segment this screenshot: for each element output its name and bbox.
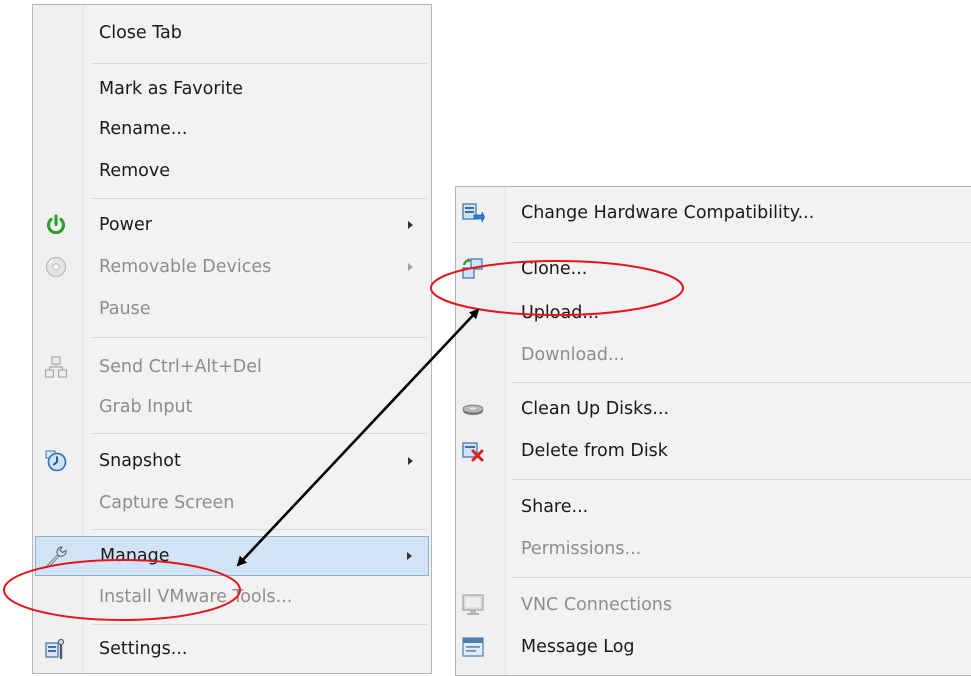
- menu-item-label: Download...: [521, 345, 625, 365]
- menu-item-delete-from-disk[interactable]: Delete from Disk: [456, 431, 971, 471]
- menu-item-label: Delete from Disk: [521, 441, 668, 461]
- menu-item-label: Snapshot: [99, 451, 181, 471]
- menu-separator: [91, 529, 427, 530]
- menu-item-install-vmware-tools[interactable]: Install VMware Tools...: [33, 577, 431, 617]
- disk-icon: [461, 397, 485, 421]
- menu-item-label: Change Hardware Compatibility...: [521, 203, 815, 223]
- menu-separator: [91, 337, 427, 338]
- menu-item-label: Power: [99, 215, 152, 235]
- menu-separator: [91, 624, 427, 625]
- menu-item-label: Capture Screen: [99, 493, 235, 513]
- settings-icon: [44, 637, 68, 661]
- menu-item-mark-as-favorite[interactable]: Mark as Favorite: [33, 69, 431, 109]
- menu-item-download[interactable]: Download...: [456, 335, 971, 375]
- keyboard-network-icon: [44, 355, 68, 379]
- disc-icon: [44, 255, 68, 279]
- menu-separator: [91, 433, 427, 434]
- context-menu: Close Tab Mark as Favorite Rename... Rem…: [32, 4, 432, 674]
- menu-item-label: Rename...: [99, 119, 188, 139]
- menu-item-label: Clean Up Disks...: [521, 399, 670, 419]
- menu-item-power[interactable]: Power: [33, 205, 431, 245]
- menu-item-label: Pause: [99, 299, 151, 319]
- menu-item-send-ctrl-alt-del[interactable]: Send Ctrl+Alt+Del: [33, 347, 431, 387]
- monitor-icon: [461, 593, 485, 617]
- delete-disk-icon: [461, 439, 485, 463]
- hardware-compatibility-icon: [461, 201, 485, 225]
- menu-item-label: Mark as Favorite: [99, 79, 244, 99]
- menu-item-label: Removable Devices: [99, 257, 272, 277]
- submenu-arrow-icon: [408, 263, 413, 271]
- submenu-arrow-icon: [408, 221, 413, 229]
- menu-item-share[interactable]: Share...: [456, 487, 971, 527]
- menu-item-removable-devices[interactable]: Removable Devices: [33, 247, 431, 287]
- snapshot-clock-icon: [44, 449, 68, 473]
- menu-item-permissions[interactable]: Permissions...: [456, 529, 971, 569]
- menu-item-remove[interactable]: Remove: [33, 151, 431, 191]
- menu-item-label: Grab Input: [99, 397, 193, 417]
- menu-item-clone[interactable]: Clone...: [456, 249, 971, 289]
- menu-item-label: Close Tab: [99, 23, 182, 43]
- menu-separator: [512, 242, 971, 243]
- menu-item-label: Upload...: [521, 303, 600, 323]
- menu-item-snapshot[interactable]: Snapshot: [33, 441, 431, 481]
- message-log-icon: [461, 635, 485, 659]
- menu-item-upload[interactable]: Upload...: [456, 293, 971, 333]
- menu-item-change-hardware-compatibility[interactable]: Change Hardware Compatibility...: [456, 193, 971, 233]
- menu-item-label: Clone...: [521, 259, 588, 279]
- power-icon: [44, 213, 68, 237]
- menu-item-label: Install VMware Tools...: [99, 587, 293, 607]
- menu-separator: [91, 63, 427, 64]
- submenu-arrow-icon: [407, 552, 412, 560]
- menu-item-label: Remove: [99, 161, 171, 181]
- menu-item-label: Share...: [521, 497, 589, 517]
- menu-item-label: Manage: [100, 546, 170, 566]
- submenu-arrow-icon: [408, 457, 413, 465]
- menu-separator: [91, 198, 427, 199]
- menu-item-label: Message Log: [521, 637, 635, 657]
- menu-separator: [512, 577, 971, 578]
- menu-item-settings[interactable]: Settings...: [33, 629, 431, 669]
- menu-separator: [512, 479, 971, 480]
- menu-item-clean-up-disks[interactable]: Clean Up Disks...: [456, 389, 971, 429]
- menu-separator: [512, 382, 971, 383]
- wrench-icon: [45, 544, 69, 568]
- menu-item-close-tab[interactable]: Close Tab: [33, 13, 431, 53]
- menu-item-grab-input[interactable]: Grab Input: [33, 387, 431, 427]
- menu-item-pause[interactable]: Pause: [33, 289, 431, 329]
- menu-item-vnc-connections[interactable]: VNC Connections: [456, 585, 971, 625]
- menu-item-capture-screen[interactable]: Capture Screen: [33, 483, 431, 523]
- menu-item-manage[interactable]: Manage: [35, 536, 429, 576]
- menu-item-label: Permissions...: [521, 539, 642, 559]
- menu-item-label: VNC Connections: [521, 595, 672, 615]
- manage-submenu: Change Hardware Compatibility... Clone..…: [455, 186, 971, 676]
- menu-item-message-log[interactable]: Message Log: [456, 627, 971, 667]
- menu-item-label: Settings...: [99, 639, 188, 659]
- clone-icon: [461, 257, 485, 281]
- menu-item-rename[interactable]: Rename...: [33, 109, 431, 149]
- menu-item-label: Send Ctrl+Alt+Del: [99, 357, 262, 377]
